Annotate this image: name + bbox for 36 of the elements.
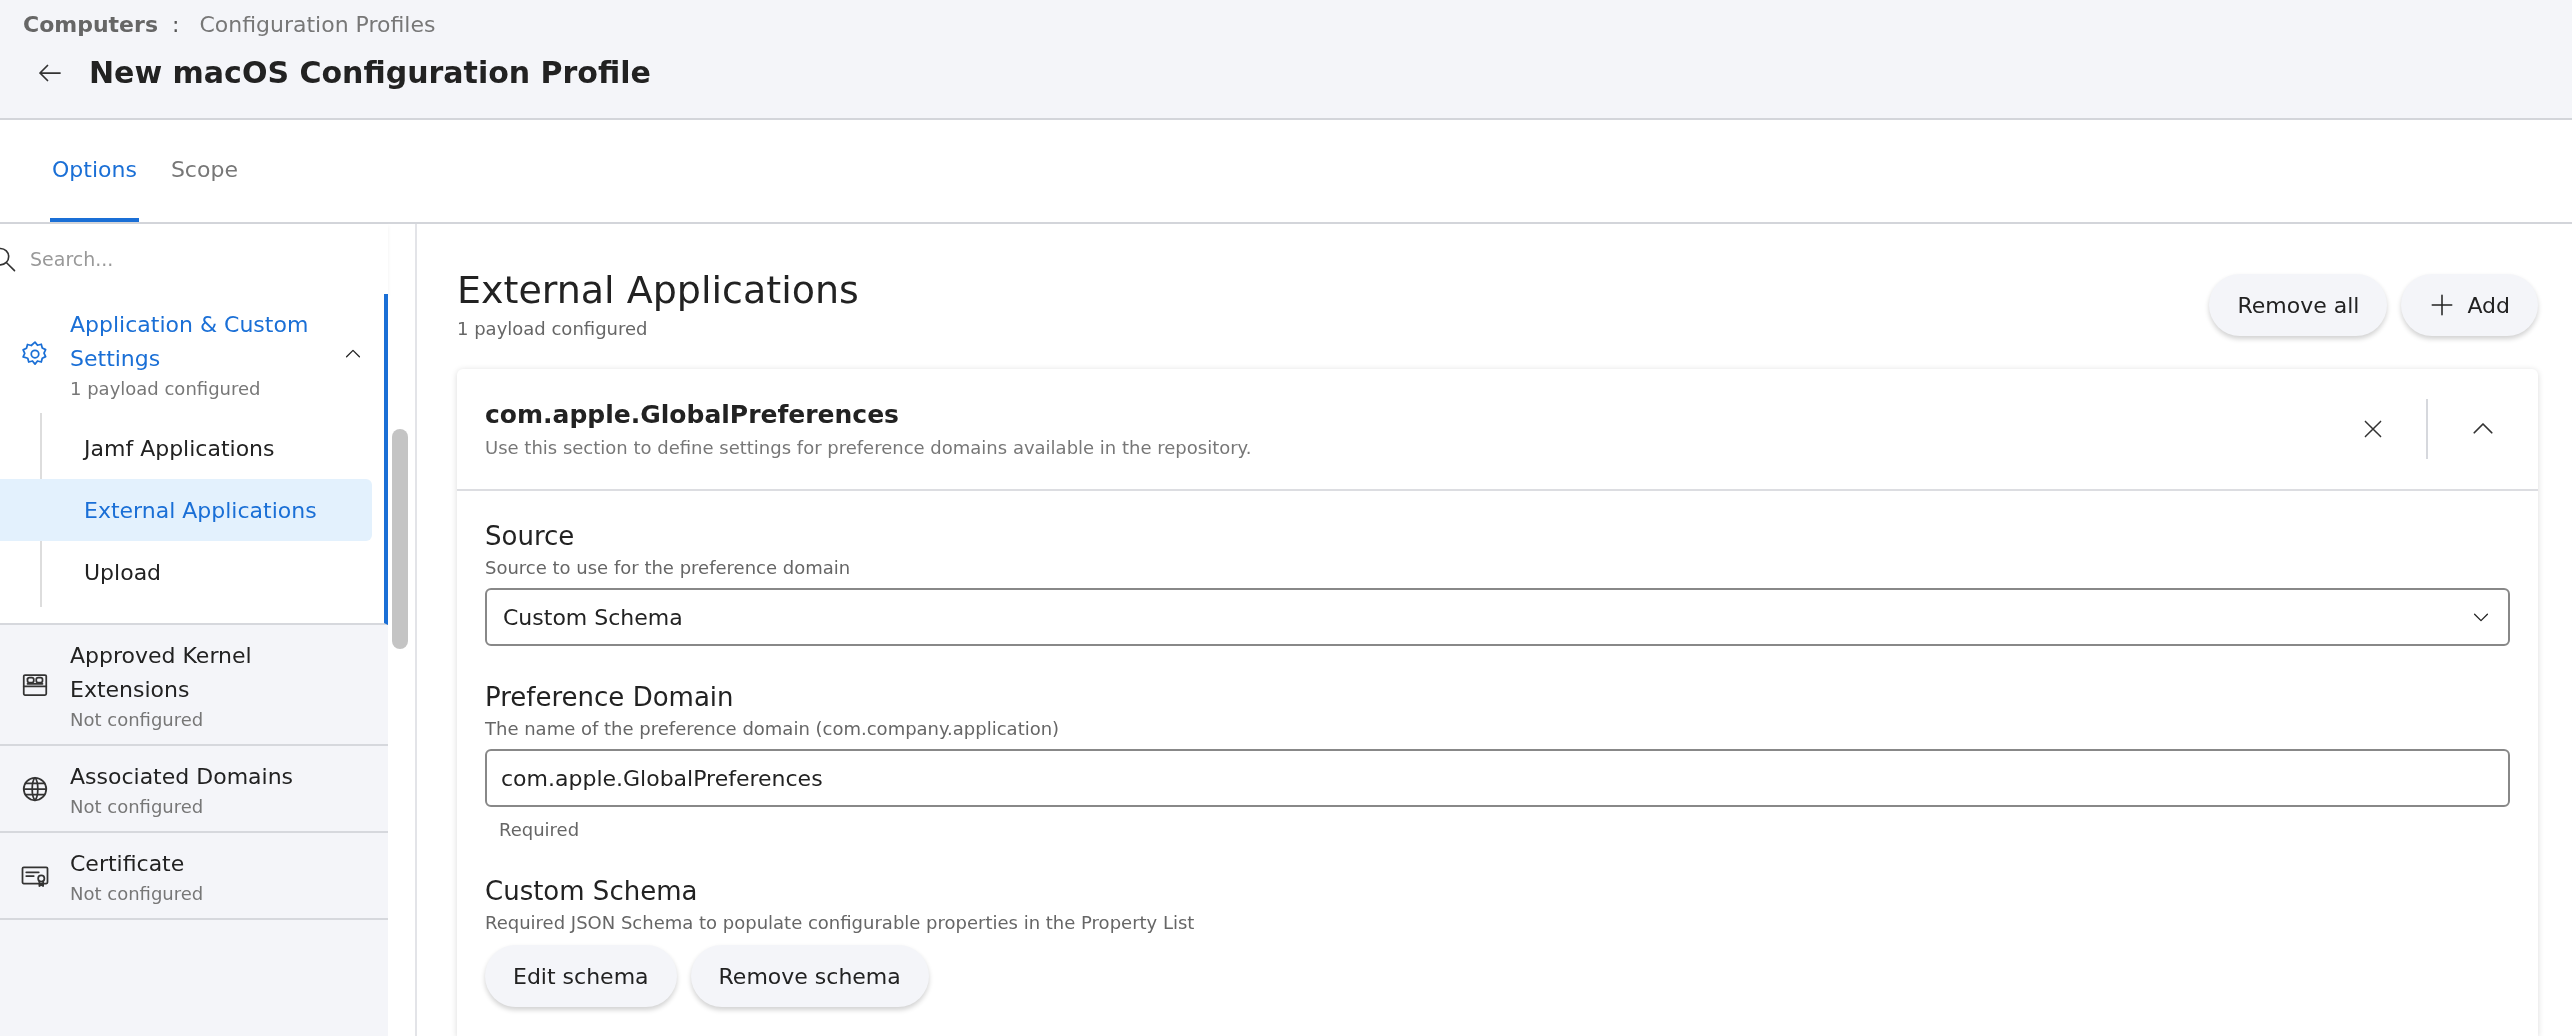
tab[interactable]: Scope	[168, 120, 240, 222]
field-label: Preference Domain	[485, 682, 735, 712]
sidebar-subitem[interactable]: Upload	[42, 541, 372, 603]
search-field[interactable]: Search...	[28, 247, 332, 271]
field-label: Custom Schema	[485, 876, 699, 906]
schema-button[interactable]: Remove schema	[690, 945, 929, 1007]
input-field[interactable]: com.apple.GlobalPreferences	[485, 749, 2510, 807]
add-button[interactable]: Add	[2401, 274, 2538, 336]
payload-count: 1 payload configured	[457, 318, 649, 339]
breadcrumb-link[interactable]: Computers	[23, 12, 158, 37]
schema-button[interactable]: Edit schema	[485, 945, 677, 1007]
field-label: Source	[485, 521, 576, 551]
field-description: Required JSON Schema to populate configurable properties in the Property List	[485, 912, 1196, 933]
section-status: Not configured	[70, 883, 205, 904]
payload-title: com.apple.GlobalPreferences	[485, 400, 900, 429]
field-note: Required	[499, 819, 581, 840]
breadcrumb-separator: :	[172, 12, 180, 37]
section-title[interactable]: Approved Kernel Extensions	[70, 639, 310, 707]
section-status: Not configured	[70, 796, 205, 817]
field-description: Source to use for the preference domain	[485, 557, 852, 578]
tab[interactable]: Options	[50, 120, 139, 222]
page-title: New macOS Configuration Profile	[89, 55, 651, 90]
section-title[interactable]: Application & Custom Settings	[70, 308, 310, 376]
payload-description: Use this section to define settings for preference domains available in the repository.	[485, 437, 1253, 458]
section-title[interactable]: Certificate	[70, 847, 310, 881]
breadcrumb-current: Configuration Profiles	[199, 12, 436, 37]
remove-all-button[interactable]: Remove all	[2209, 274, 2388, 336]
field-description: The name of the preference domain (com.company.application)	[485, 718, 1061, 739]
section-status: 1 payload configured	[70, 378, 262, 399]
section-status: Not configured	[70, 709, 205, 730]
scrollbar-thumb[interactable]	[392, 429, 408, 649]
sidebar-subitem[interactable]: External Applications	[0, 479, 372, 541]
sidebar-subitem[interactable]: Jamf Applications	[42, 417, 372, 479]
source-dropdown[interactable]: Custom Schema	[485, 588, 2510, 646]
section-heading: External Applications	[457, 268, 859, 312]
section-title[interactable]: Associated Domains	[70, 760, 310, 794]
